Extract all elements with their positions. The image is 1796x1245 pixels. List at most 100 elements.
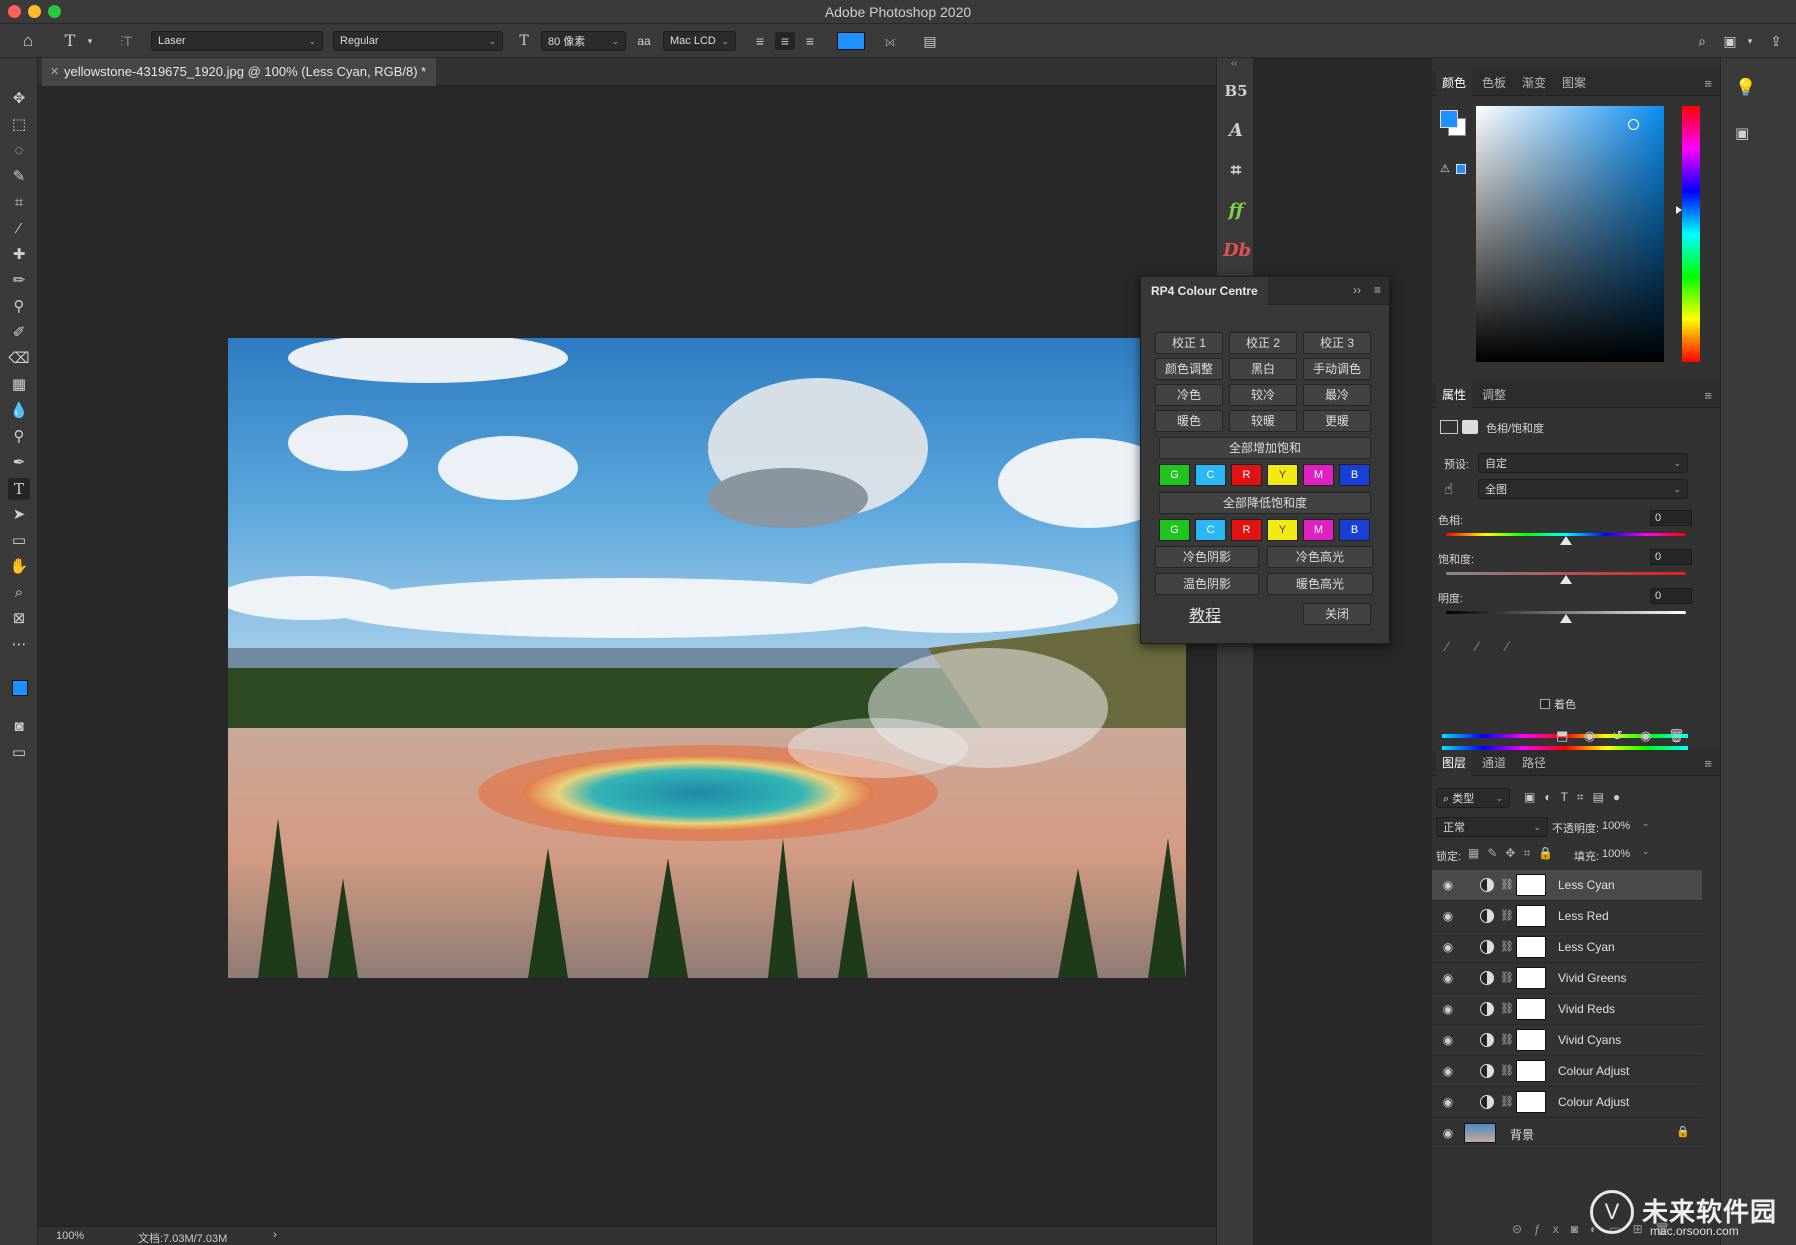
color-c-button[interactable]: C — [1195, 464, 1226, 486]
marquee-tool-icon[interactable]: ⬚ — [8, 114, 30, 136]
pen-tool-icon[interactable]: ✒ — [8, 452, 30, 474]
chevron-down-icon[interactable]: ⌄ — [1642, 818, 1650, 829]
lightness-value-input[interactable]: 0 — [1650, 588, 1692, 604]
eye-icon[interactable]: ◉ — [1440, 940, 1456, 954]
font-style-select[interactable]: Regular ⌄ — [333, 31, 503, 51]
hue-value-input[interactable]: 0 — [1650, 510, 1692, 526]
plugin-db-icon[interactable]: Db — [1223, 236, 1251, 266]
color-g-button[interactable]: G — [1159, 519, 1190, 541]
blend-mode-select[interactable]: 正常 ⌄ — [1436, 817, 1548, 837]
layer-name[interactable]: Vivid Reds — [1558, 1002, 1615, 1016]
layer-filter-select[interactable]: ⌕ 类型 ⌄ — [1436, 788, 1510, 808]
type-tool-preset-icon[interactable]: T — [60, 32, 80, 50]
move-tool-icon[interactable]: ✥ — [8, 88, 30, 110]
link-icon[interactable]: ⛓ — [1500, 909, 1514, 922]
search-icon[interactable]: ⌕ — [1692, 32, 1712, 50]
warm-highlights-button[interactable]: 暖色高光 — [1267, 573, 1373, 595]
layer-name[interactable]: Less Red — [1558, 909, 1609, 923]
view-previous-icon[interactable]: ◉ — [1584, 728, 1595, 744]
opacity-value[interactable]: 100% — [1602, 820, 1630, 832]
home-icon[interactable]: ⌂ — [18, 32, 38, 50]
lock-icons[interactable]: ▦✎✥⌗🔒 — [1468, 846, 1561, 861]
color-picker-cursor[interactable] — [1628, 119, 1639, 130]
rp4-grid-button[interactable]: 校正 2 — [1229, 332, 1297, 354]
link-icon[interactable]: ⛓ — [1500, 940, 1514, 953]
color-b-button[interactable]: B — [1339, 519, 1370, 541]
fill-value[interactable]: 100% — [1602, 848, 1630, 860]
rp4-grid-button[interactable]: 更暖 — [1303, 410, 1371, 432]
lightness-slider-thumb[interactable] — [1560, 614, 1572, 623]
panel-menu-icon[interactable]: ≡ — [1704, 388, 1712, 403]
crop-tool-icon[interactable]: ⌗ — [8, 192, 30, 214]
text-orientation-icon[interactable]: ⫶T — [116, 32, 136, 50]
layer-row[interactable]: ◉ ⛓ Less Red — [1432, 901, 1702, 932]
eye-icon[interactable]: ◉ — [1440, 1095, 1456, 1109]
reset-icon[interactable]: ↺ — [1612, 728, 1623, 744]
link-icon[interactable]: ⛓ — [1500, 1033, 1514, 1046]
chevron-down-icon[interactable]: ▾ — [1740, 32, 1760, 50]
eyedropper-icon[interactable]: ⁄ — [1446, 638, 1448, 654]
increase-saturation-button[interactable]: 全部增加饱和 — [1159, 437, 1371, 459]
layer-row[interactable]: ◉ ⛓ Less Cyan — [1432, 870, 1702, 901]
cool-highlights-button[interactable]: 冷色高光 — [1267, 546, 1373, 568]
color-g-button[interactable]: G — [1159, 464, 1190, 486]
color-r-button[interactable]: R — [1231, 464, 1262, 486]
eye-icon[interactable]: ◉ — [1440, 878, 1456, 892]
cool-shadows-button[interactable]: 冷色阴影 — [1155, 546, 1259, 568]
tab-properties[interactable]: 属性 — [1436, 382, 1473, 408]
rp4-grid-button[interactable]: 黑白 — [1229, 358, 1297, 380]
layer-mask-thumbnail[interactable] — [1516, 967, 1546, 989]
tab-swatches[interactable]: 色板 — [1476, 70, 1512, 96]
chevron-down-icon[interactable]: ▾ — [80, 32, 100, 50]
rp4-grid-button[interactable]: 最冷 — [1303, 384, 1371, 406]
layer-row[interactable]: ◉ ⛓ Colour Adjust — [1432, 1056, 1702, 1087]
panel-menu-icon[interactable]: ≡ — [1374, 283, 1381, 297]
font-size-select[interactable]: 80 像素 ⌄ — [541, 31, 626, 51]
quick-mask-icon[interactable]: ◙ — [8, 716, 30, 738]
font-family-select[interactable]: Laser ⌄ — [151, 31, 323, 51]
layer-mask-thumbnail[interactable] — [1516, 1091, 1546, 1113]
eye-icon[interactable]: ◉ — [1440, 1126, 1456, 1140]
layer-filter-icons[interactable]: ▣◐T⌗▤● — [1524, 790, 1629, 805]
foreground-color-swatch[interactable] — [1440, 110, 1458, 128]
color-y-button[interactable]: Y — [1267, 519, 1298, 541]
screen-mode-icon[interactable]: ▭ — [8, 742, 30, 764]
eyedropper-tool-icon[interactable]: ⁄ — [8, 218, 30, 240]
link-icon[interactable]: ⛓ — [1500, 971, 1514, 984]
color-m-button[interactable]: M — [1303, 519, 1334, 541]
link-icon[interactable]: ⛓ — [1500, 1064, 1514, 1077]
align-left-icon[interactable]: ≡ — [750, 32, 770, 50]
tab-patterns[interactable]: 图案 — [1556, 70, 1592, 96]
clip-to-layer-icon[interactable]: ⬒ — [1556, 728, 1568, 744]
color-field[interactable] — [1476, 106, 1664, 362]
plugin-ff-icon[interactable]: ff — [1223, 196, 1249, 226]
eyedropper-minus-icon[interactable]: ⁄ — [1506, 638, 1508, 654]
channel-select[interactable]: 全图 ⌄ — [1478, 479, 1688, 499]
layer-row[interactable]: ◉ ⛓ Vivid Cyans — [1432, 1025, 1702, 1056]
blur-tool-icon[interactable]: 💧 — [8, 400, 30, 422]
layer-name[interactable]: 背景 — [1510, 1126, 1534, 1143]
align-center-icon[interactable]: ≡ — [775, 32, 795, 50]
hand-tool-icon[interactable]: ✋ — [8, 556, 30, 578]
layer-mask-thumbnail[interactable] — [1516, 1060, 1546, 1082]
dodge-tool-icon[interactable]: ⚲ — [8, 426, 30, 448]
character-panel-icon[interactable]: ▤ — [920, 32, 940, 50]
foreground-color-swatch[interactable] — [12, 680, 28, 696]
mask-icon[interactable] — [1462, 420, 1478, 434]
color-y-button[interactable]: Y — [1267, 464, 1298, 486]
learn-lightbulb-icon[interactable]: 💡 — [1735, 78, 1756, 98]
more-tools-icon[interactable]: ⋯ — [8, 634, 30, 656]
color-m-button[interactable]: M — [1303, 464, 1334, 486]
document-tab[interactable]: ✕ yellowstone-4319675_1920.jpg @ 100% (L… — [42, 58, 437, 86]
plugin-b5-icon[interactable]: B5 — [1223, 76, 1249, 106]
rp4-grid-button[interactable]: 较冷 — [1229, 384, 1297, 406]
rp4-grid-button[interactable]: 较暖 — [1229, 410, 1297, 432]
share-icon[interactable]: ⇪ — [1766, 32, 1786, 50]
anti-alias-select[interactable]: Mac LCD ⌄ — [663, 31, 736, 51]
hue-slider-thumb[interactable] — [1560, 536, 1572, 545]
history-brush-tool-icon[interactable]: ✐ — [8, 322, 30, 344]
background-layer-row[interactable]: ◉ 背景 🔒 — [1432, 1118, 1702, 1149]
web-safe-swatch[interactable] — [1456, 164, 1466, 174]
rp4-grid-button[interactable]: 冷色 — [1155, 384, 1223, 406]
hue-marker[interactable] — [1676, 206, 1682, 214]
